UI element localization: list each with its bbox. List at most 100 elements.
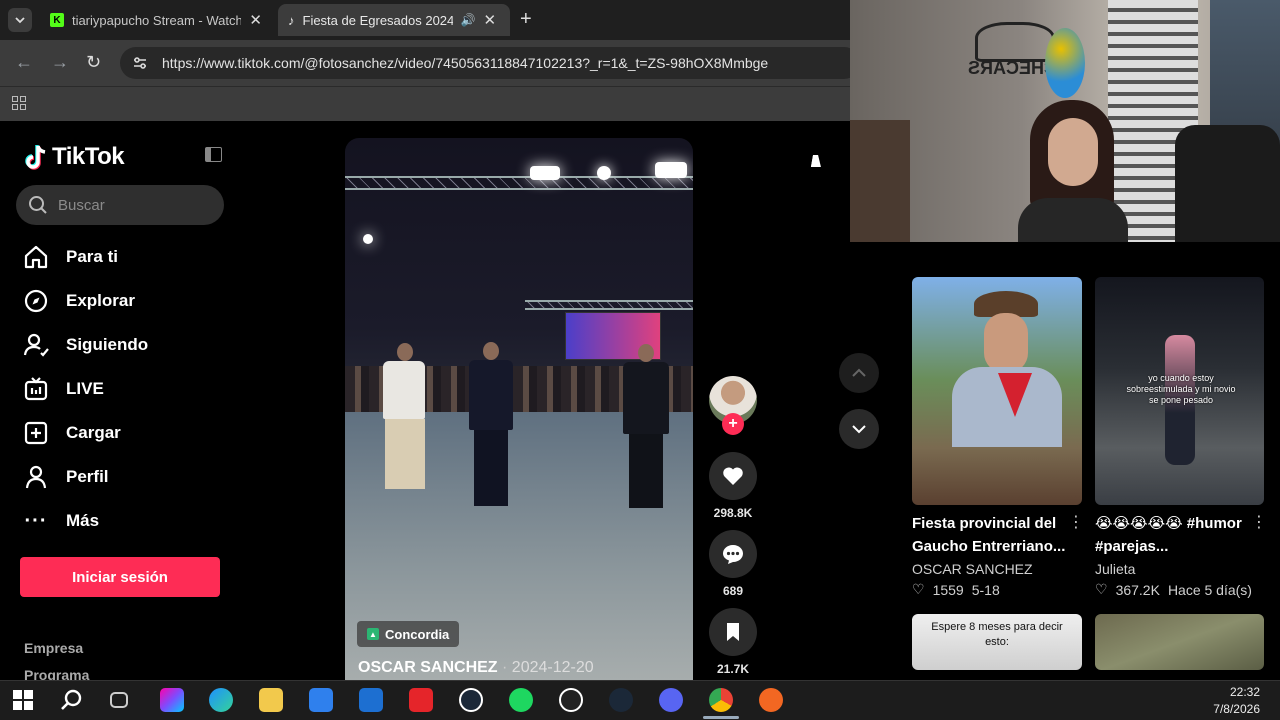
windows-taskbar xyxy=(0,680,1280,720)
video-caption: OSCAR SANCHEZ · 2024-12-20 xyxy=(358,659,594,676)
balloons xyxy=(1045,28,1085,98)
streamer xyxy=(1018,100,1128,242)
back-arrow-icon[interactable]: ← xyxy=(15,52,33,73)
heart-icon xyxy=(723,467,743,485)
more-vertical-icon[interactable]: ⋮ xyxy=(1068,512,1084,532)
reco-author[interactable]: OSCAR SANCHEZ xyxy=(912,561,1033,577)
heart-outline-icon: ♡ xyxy=(1095,581,1108,597)
reload-icon[interactable]: ↻ xyxy=(86,52,101,73)
reco-title[interactable]: Fiesta provincial del Gaucho Entrerriano… xyxy=(912,512,1072,558)
sidebar-item-label: Para ti xyxy=(66,247,118,266)
chrome-icon[interactable] xyxy=(709,688,733,712)
copilot-icon[interactable] xyxy=(160,688,184,712)
site-settings-icon[interactable] xyxy=(132,55,148,71)
windows-start-icon[interactable] xyxy=(13,690,33,710)
comment-button[interactable] xyxy=(709,530,757,578)
reco-thumbnail[interactable] xyxy=(1095,614,1264,670)
video-author[interactable]: OSCAR SANCHEZ xyxy=(358,659,498,676)
wps-office-icon[interactable] xyxy=(409,688,433,712)
reco-author[interactable]: Julieta xyxy=(1095,561,1135,577)
close-icon[interactable]: ✕ xyxy=(249,11,262,29)
home-icon xyxy=(22,243,50,271)
reco-thumbnail[interactable]: yo cuando estoy sobreestimulada y mi nov… xyxy=(1095,277,1264,505)
car-logo xyxy=(975,22,1055,62)
apps-grid-icon[interactable] xyxy=(12,96,26,110)
location-tag[interactable]: ▲ Concordia xyxy=(357,621,460,647)
sidebar-item-label: Siguiendo xyxy=(66,335,149,354)
previous-video-button[interactable] xyxy=(839,353,879,393)
tab-title: Fiesta de Egresados 2024: B xyxy=(302,12,453,28)
reco-stats: ♡ 367.2K Hace 5 día(s) xyxy=(1095,581,1252,598)
microsoft-store-icon[interactable] xyxy=(309,688,333,712)
reco-title[interactable]: 😭😭😭😭😭 #humor #parejas... xyxy=(1095,512,1255,558)
sidebar-item-perfil[interactable]: Perfil xyxy=(22,459,109,495)
sidebar-item-label: Cargar xyxy=(66,423,121,442)
spotify-icon[interactable] xyxy=(509,688,533,712)
thumbnail-caption: yo cuando estoy sobreestimulada y mi nov… xyxy=(1126,373,1236,405)
reco-stats: ♡ 1559 5-18 xyxy=(912,581,1000,598)
follow-button[interactable]: + xyxy=(722,413,744,435)
sidebar-item-cargar[interactable]: Cargar xyxy=(22,415,121,451)
chair-back xyxy=(850,120,910,242)
tab-kick[interactable]: K tiariypapucho Stream - Watch L ✕ xyxy=(40,4,272,36)
app-icon[interactable] xyxy=(759,688,783,712)
forward-arrow-icon[interactable]: → xyxy=(51,52,69,73)
active-app-indicator xyxy=(703,716,739,719)
search-icon xyxy=(29,196,47,214)
next-video-button[interactable] xyxy=(839,409,879,449)
steam-icon[interactable] xyxy=(609,688,633,712)
sidebar-item-label: Explorar xyxy=(66,291,135,310)
close-icon[interactable]: ✕ xyxy=(483,11,496,29)
collapse-sidebar-icon[interactable] xyxy=(205,147,222,162)
discord-icon[interactable] xyxy=(659,688,683,712)
sidebar-item-explorar[interactable]: Explorar xyxy=(22,283,135,319)
steam-icon[interactable] xyxy=(459,688,483,712)
chevron-down-icon xyxy=(852,425,866,434)
person-black-2 xyxy=(623,344,669,514)
upload-icon xyxy=(22,419,50,447)
sidebar-item-para-ti[interactable]: Para ti xyxy=(22,239,118,275)
logo-text: TikTok xyxy=(52,143,125,170)
sidebar-item-label: LIVE xyxy=(66,379,104,398)
sidebar-item-label: Más xyxy=(66,511,100,530)
tiktok-logo[interactable]: TikTok xyxy=(24,143,125,171)
search-icon[interactable] xyxy=(60,688,84,712)
obs-icon[interactable] xyxy=(559,688,583,712)
system-clock[interactable]: 22:32 7/8/2026 xyxy=(1213,684,1260,718)
outlook-icon[interactable] xyxy=(359,688,383,712)
sidebar-item-siguiendo[interactable]: Siguiendo xyxy=(22,327,148,363)
location-pin-icon: ▲ xyxy=(367,628,379,640)
compass-icon xyxy=(22,287,50,315)
video-player[interactable]: ▲ Concordia OSCAR SANCHEZ · 2024-12-20 xyxy=(345,138,693,680)
edge-icon[interactable] xyxy=(209,688,233,712)
tiktok-logo-icon xyxy=(25,145,46,170)
live-icon xyxy=(22,375,50,403)
reco-thumbnail[interactable] xyxy=(912,277,1082,505)
file-explorer-icon[interactable] xyxy=(259,688,283,712)
chevron-up-icon xyxy=(852,368,866,377)
mouse-cursor-icon xyxy=(810,155,824,167)
sidebar-item-mas[interactable]: ··· Más xyxy=(22,503,100,539)
footer-link-empresa[interactable]: Empresa xyxy=(24,640,83,656)
stage-light xyxy=(597,166,611,180)
location-label: Concordia xyxy=(385,626,450,642)
address-bar[interactable]: https://www.tiktok.com/@fotosanchez/vide… xyxy=(120,47,860,79)
tab-tiktok[interactable]: ♪ Fiesta de Egresados 2024: B 🔊 ✕ xyxy=(278,4,510,36)
tiktok-icon: ♪ xyxy=(288,12,295,28)
reco-thumbnail[interactable]: Espere 8 meses para decir esto: xyxy=(912,614,1082,670)
reco-extra: 5-18 xyxy=(971,581,1000,598)
stage-truss-back xyxy=(525,300,693,310)
tab-search-button[interactable] xyxy=(8,8,32,32)
new-tab-button[interactable]: + xyxy=(520,8,532,31)
like-button[interactable] xyxy=(709,452,757,500)
search-input[interactable]: Buscar xyxy=(16,185,224,225)
like-count: 298.8K xyxy=(713,506,753,520)
login-button[interactable]: Iniciar sesión xyxy=(20,557,220,597)
save-count: 21.7K xyxy=(716,662,750,676)
sidebar-item-live[interactable]: LIVE xyxy=(22,371,104,407)
speaker-icon[interactable]: 🔊 xyxy=(461,13,476,27)
url-text: https://www.tiktok.com/@fotosanchez/vide… xyxy=(162,55,769,71)
save-button[interactable] xyxy=(709,608,757,656)
more-vertical-icon[interactable]: ⋮ xyxy=(1251,512,1267,532)
task-view-icon[interactable] xyxy=(110,692,128,708)
